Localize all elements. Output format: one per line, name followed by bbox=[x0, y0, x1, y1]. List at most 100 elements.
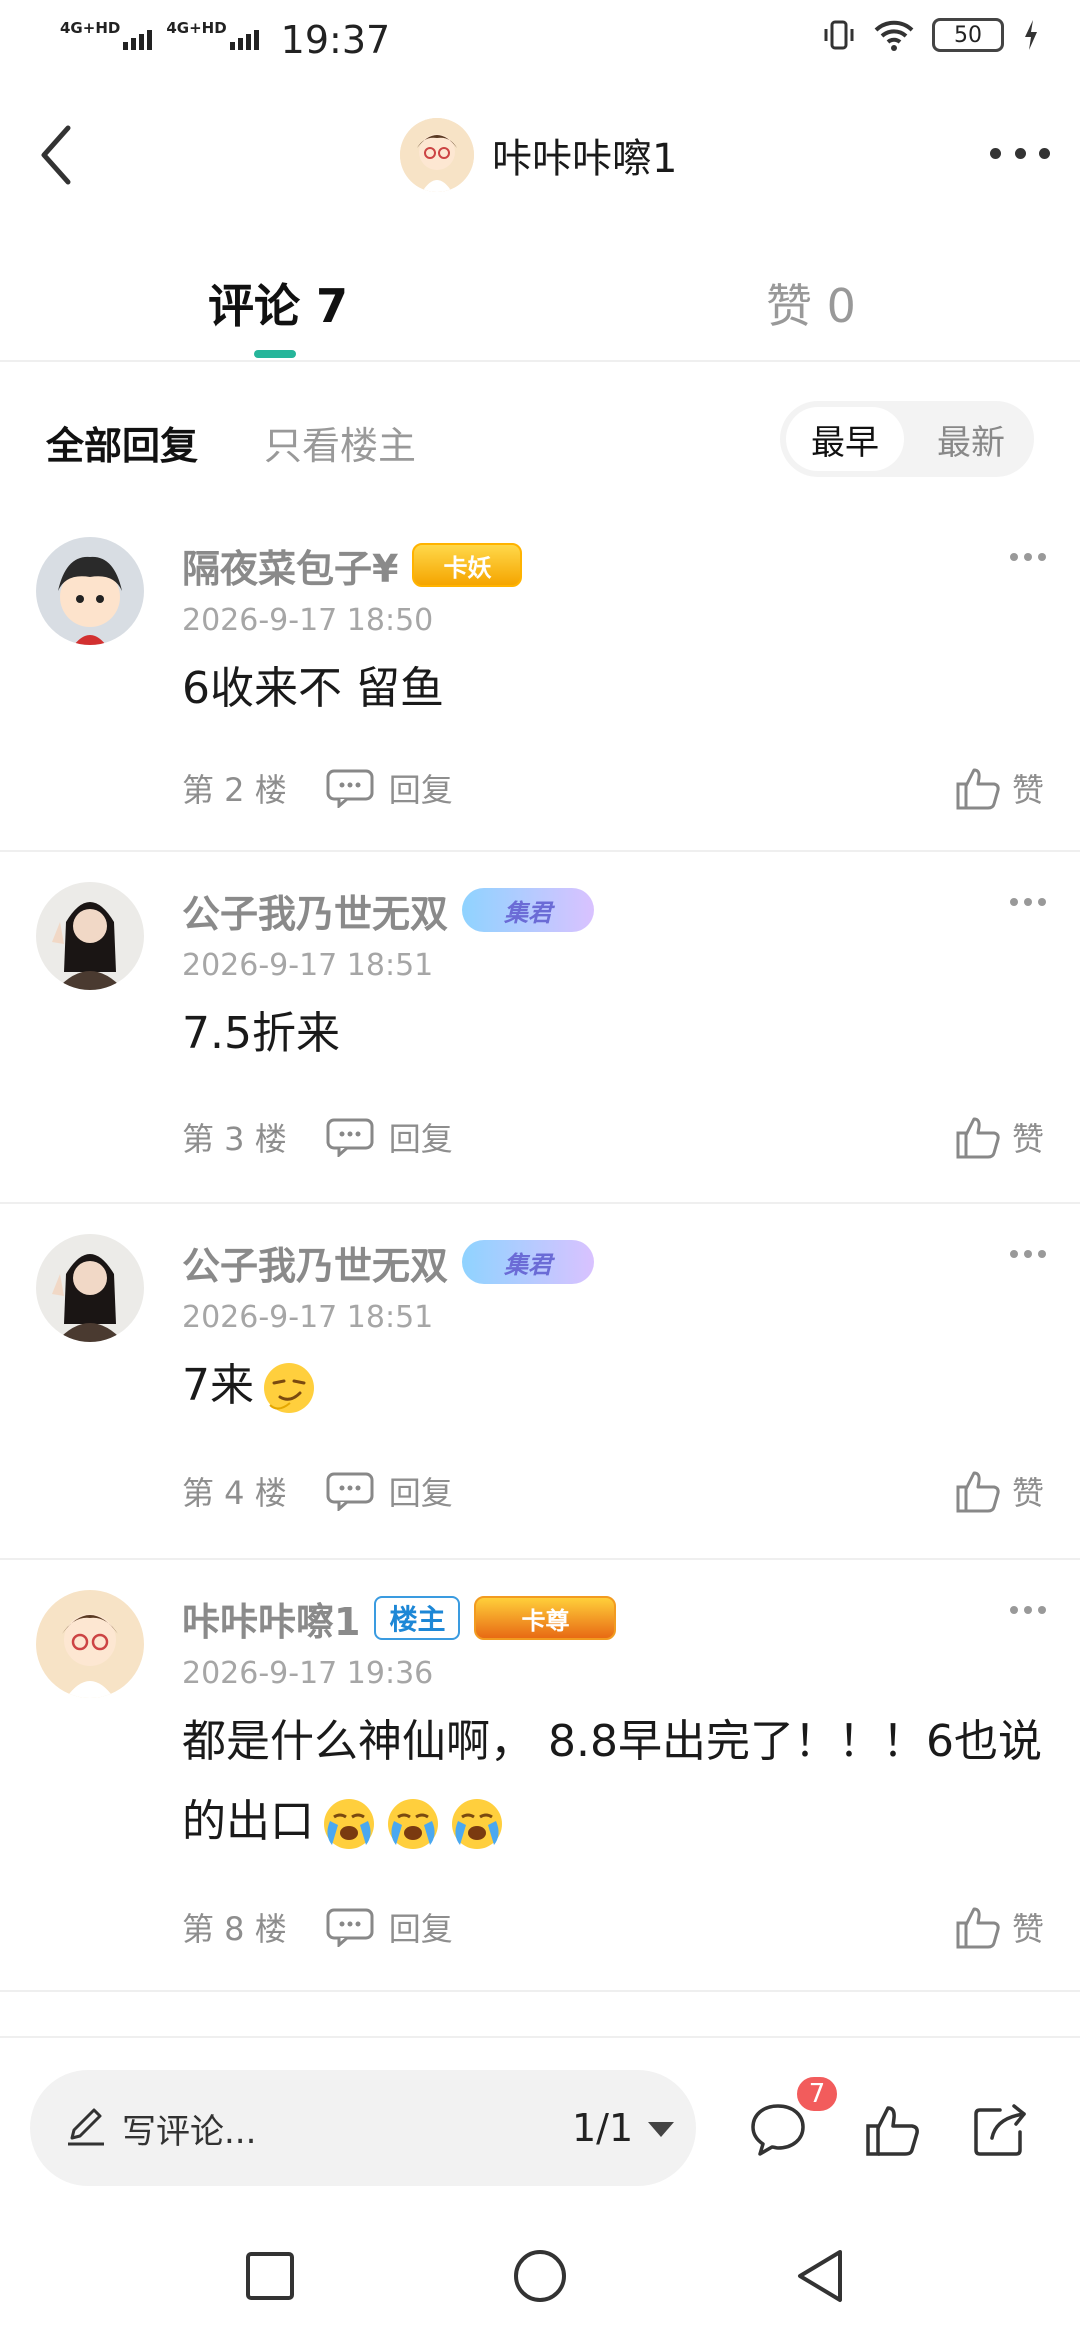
username[interactable]: 公子我乃世无双 bbox=[182, 883, 448, 938]
nav-square-icon[interactable] bbox=[240, 2246, 300, 2306]
name-row: 隔夜菜包子¥ 卡妖 bbox=[182, 537, 523, 593]
timestamp: 2026-9-17 18:51 bbox=[182, 948, 434, 983]
filter-row: 全部回复 只看楼主 最早 最新 bbox=[0, 395, 1080, 481]
name-row: 咔咔咔嚓1 楼主 卡尊 bbox=[182, 1590, 617, 1646]
timestamp: 2026-9-17 19:36 bbox=[182, 1656, 434, 1691]
signal-2: 4G+HD bbox=[166, 21, 259, 50]
battery-level: 50 bbox=[954, 22, 982, 48]
like-icon[interactable] bbox=[954, 1113, 1002, 1161]
filter-owner-only[interactable]: 只看楼主 bbox=[264, 415, 416, 470]
chevron-down-icon[interactable] bbox=[648, 2122, 674, 2137]
username[interactable]: 隔夜菜包子¥ bbox=[182, 538, 398, 593]
reply-icon[interactable] bbox=[325, 1907, 375, 1947]
filter-all-replies[interactable]: 全部回复 bbox=[46, 415, 198, 470]
comment-text: 都是什么神仙啊， 8.8早出完了！！！6也说的出口 bbox=[182, 1702, 1042, 1862]
reply-icon[interactable] bbox=[325, 1117, 375, 1157]
comment-item: 公子我乃世无双 集君 2026-9-17 18:51 7来 第 4 楼 回复 赞 bbox=[0, 1204, 1080, 1560]
comment-footer: 第 8 楼 回复 bbox=[182, 1902, 453, 1952]
more-icon[interactable] bbox=[1010, 1606, 1046, 1618]
timestamp: 2026-9-17 18:50 bbox=[182, 603, 434, 638]
smirk-emoji-icon bbox=[264, 1363, 314, 1413]
network-type-2: 4G+HD bbox=[166, 19, 227, 37]
status-bar: 4G+HD 4G+HD 19:37 50 bbox=[0, 0, 1080, 80]
signal-1: 4G+HD bbox=[60, 21, 153, 50]
title-bar: 咔咔咔嚓1 bbox=[0, 90, 1080, 220]
floor-number: 第 4 楼 bbox=[182, 1474, 287, 1512]
level-badge: 卡尊 bbox=[474, 1596, 617, 1640]
level-badge: 卡妖 bbox=[412, 543, 523, 587]
like-label: 赞 bbox=[1011, 1910, 1044, 1948]
tab-active-indicator bbox=[254, 350, 296, 358]
vibrate-icon bbox=[824, 20, 854, 50]
level-badge: 集君 bbox=[462, 888, 595, 932]
like-icon[interactable] bbox=[954, 1903, 1002, 1951]
comment-footer: 第 2 楼 回复 bbox=[182, 763, 453, 813]
avatar[interactable] bbox=[36, 882, 144, 990]
reply-icon[interactable] bbox=[325, 1471, 375, 1511]
battery-indicator: 50 bbox=[932, 18, 1004, 52]
like-button[interactable]: 赞 bbox=[954, 1466, 1044, 1516]
charging-icon bbox=[1025, 20, 1037, 50]
username[interactable]: 咔咔咔嚓1 bbox=[182, 1591, 360, 1646]
like-icon[interactable] bbox=[954, 764, 1002, 812]
comment-count-badge: 7 bbox=[794, 2074, 840, 2114]
name-row: 公子我乃世无双 集君 bbox=[182, 882, 595, 938]
level-badge: 集君 bbox=[462, 1240, 595, 1284]
tab-comments[interactable]: 评论 7 bbox=[208, 270, 348, 336]
sort-toggle: 最早 最新 bbox=[780, 401, 1034, 477]
author-avatar[interactable] bbox=[400, 118, 474, 192]
comment-text: 7来 bbox=[182, 1346, 1042, 1426]
nav-circle-icon[interactable] bbox=[510, 2246, 570, 2306]
like-button[interactable]: 赞 bbox=[954, 763, 1044, 813]
name-row: 公子我乃世无双 集君 bbox=[182, 1234, 595, 1290]
share-icon[interactable] bbox=[970, 2100, 1030, 2160]
page-indicator[interactable]: 1/1 bbox=[572, 2106, 633, 2150]
page-title: 咔咔咔嚓1 bbox=[492, 136, 678, 182]
more-icon[interactable] bbox=[1010, 553, 1046, 565]
floor-number: 第 3 楼 bbox=[182, 1120, 287, 1158]
comment-input[interactable]: 写评论... 1/1 bbox=[30, 2070, 696, 2186]
reply-button[interactable]: 回复 bbox=[389, 1114, 453, 1160]
sort-earliest-button[interactable]: 最早 bbox=[786, 407, 904, 471]
wifi-icon bbox=[874, 20, 914, 51]
like-button[interactable]: 赞 bbox=[954, 1902, 1044, 1952]
status-icons: 50 bbox=[822, 18, 1040, 52]
thread-author[interactable]: 咔咔咔嚓1 bbox=[400, 118, 677, 192]
more-icon[interactable] bbox=[1010, 898, 1046, 910]
sort-latest-button[interactable]: 最新 bbox=[914, 407, 1028, 471]
crying-emoji-icon bbox=[324, 1799, 374, 1849]
comment-item: 咔咔咔嚓1 楼主 卡尊 2026-9-17 19:36 都是什么神仙啊， 8.8… bbox=[0, 1560, 1080, 1992]
comment-text-body: 6收来不 留鱼 bbox=[182, 663, 444, 714]
owner-badge: 楼主 bbox=[374, 1596, 461, 1640]
avatar[interactable] bbox=[36, 1234, 144, 1342]
comment-text: 7.5折来 bbox=[182, 994, 1042, 1074]
username[interactable]: 公子我乃世无双 bbox=[182, 1235, 448, 1290]
like-label: 赞 bbox=[1011, 1474, 1044, 1512]
signal-bars-icon bbox=[123, 30, 153, 50]
timestamp: 2026-9-17 18:51 bbox=[182, 1300, 434, 1335]
nav-back-icon[interactable] bbox=[790, 2246, 850, 2306]
comment-item: 隔夜菜包子¥ 卡妖 2026-9-17 18:50 6收来不 留鱼 第 2 楼 … bbox=[0, 507, 1080, 852]
more-icon[interactable] bbox=[1010, 1250, 1046, 1262]
system-nav-bar bbox=[0, 2216, 1080, 2340]
reply-button[interactable]: 回复 bbox=[389, 1904, 453, 1950]
comment-footer: 第 3 楼 回复 bbox=[182, 1112, 453, 1162]
avatar[interactable] bbox=[36, 1590, 144, 1698]
more-icon[interactable] bbox=[990, 138, 1050, 168]
floor-number: 第 2 楼 bbox=[182, 771, 287, 809]
reply-button[interactable]: 回复 bbox=[389, 1468, 453, 1514]
reply-icon[interactable] bbox=[325, 768, 375, 808]
comment-text: 6收来不 留鱼 bbox=[182, 649, 1042, 729]
comment-item: 公子我乃世无双 集君 2026-9-17 18:51 7.5折来 第 3 楼 回… bbox=[0, 852, 1080, 1204]
reply-button[interactable]: 回复 bbox=[389, 765, 453, 811]
comment-text-body: 7来 bbox=[182, 1360, 254, 1411]
like-button[interactable]: 赞 bbox=[954, 1112, 1044, 1162]
comment-icon[interactable] bbox=[748, 2100, 808, 2160]
tab-likes[interactable]: 赞 0 bbox=[766, 270, 856, 336]
like-icon[interactable] bbox=[954, 1467, 1002, 1515]
back-icon[interactable] bbox=[24, 120, 94, 190]
avatar[interactable] bbox=[36, 537, 144, 645]
like-icon[interactable] bbox=[862, 2100, 922, 2160]
bottom-action-bar: 写评论... 1/1 7 bbox=[0, 2036, 1080, 2216]
comment-input-placeholder: 写评论... bbox=[122, 2112, 257, 2152]
